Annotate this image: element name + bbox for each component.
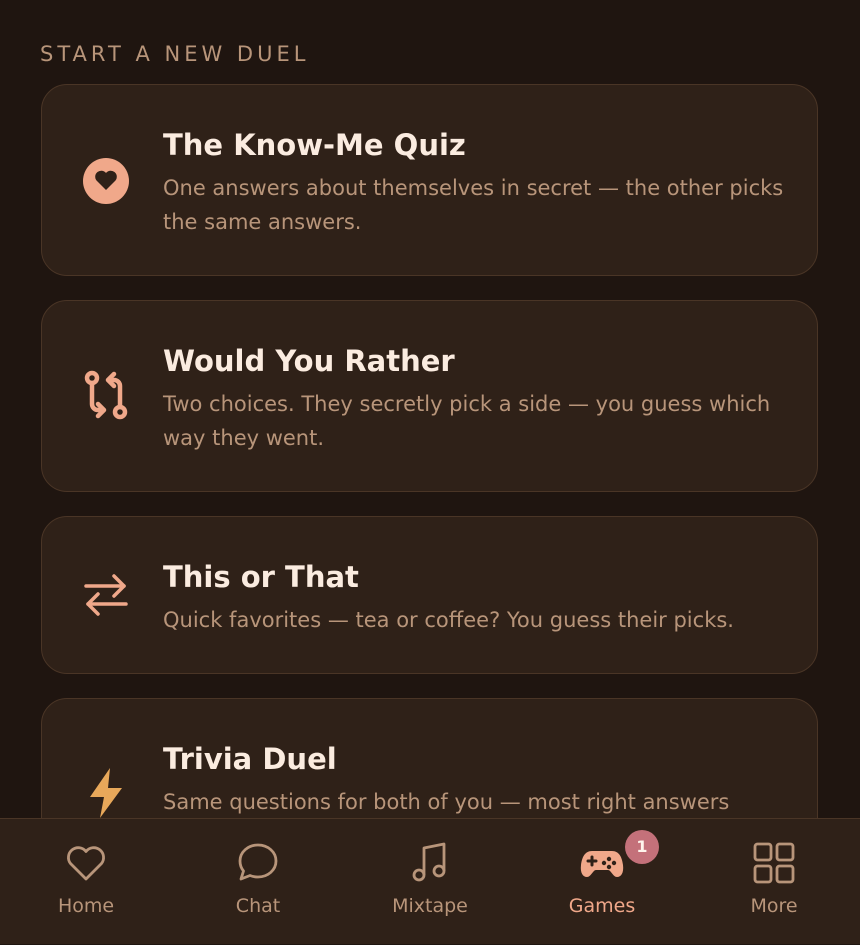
- game-card-this-or-that[interactable]: This or That Quick favorites — tea or co…: [41, 516, 818, 674]
- tab-more[interactable]: More: [688, 819, 860, 945]
- bottom-tab-bar: Home Chat Mixtape 1 Games More: [0, 818, 860, 944]
- tab-label: More: [750, 895, 798, 917]
- game-description: Quick favorites — tea or coffee? You gue…: [163, 608, 734, 632]
- game-description: Two choices. They secretly pick a side —…: [163, 392, 771, 450]
- tab-label: Games: [568, 895, 636, 917]
- tab-home[interactable]: Home: [0, 819, 172, 945]
- game-title: The Know-Me Quiz: [163, 128, 466, 162]
- tab-label: Home: [57, 895, 115, 917]
- tab-label: Mixtape: [392, 895, 468, 917]
- game-card-know-me-quiz[interactable]: The Know-Me Quiz One answers about thems…: [41, 84, 818, 276]
- game-title: Trivia Duel: [163, 742, 337, 776]
- tab-games[interactable]: 1 Games: [516, 819, 688, 945]
- tab-mixtape[interactable]: Mixtape: [344, 819, 516, 945]
- gamepad-icon: [578, 839, 626, 887]
- game-title: This or That: [163, 560, 359, 594]
- game-card-would-you-rather[interactable]: Would You Rather Two choices. They secre…: [41, 300, 818, 492]
- heart-icon: [62, 839, 110, 887]
- section-title: START A NEW DUEL: [40, 42, 310, 66]
- music-note-icon: [406, 839, 454, 887]
- game-description: One answers about themselves in secret —…: [163, 176, 784, 234]
- notification-badge: 1: [625, 830, 659, 864]
- swap-paths-icon: [80, 369, 132, 421]
- chat-bubble-icon: [234, 839, 282, 887]
- game-title: Would You Rather: [163, 344, 455, 378]
- game-description: Same questions for both of you — most ri…: [163, 790, 730, 814]
- arrows-exchange-icon: [80, 569, 132, 621]
- heart-circle-icon: [80, 155, 132, 207]
- lightning-icon: [80, 767, 132, 819]
- tab-label: Chat: [235, 895, 281, 917]
- grid-icon: [750, 839, 798, 887]
- tab-chat[interactable]: Chat: [172, 819, 344, 945]
